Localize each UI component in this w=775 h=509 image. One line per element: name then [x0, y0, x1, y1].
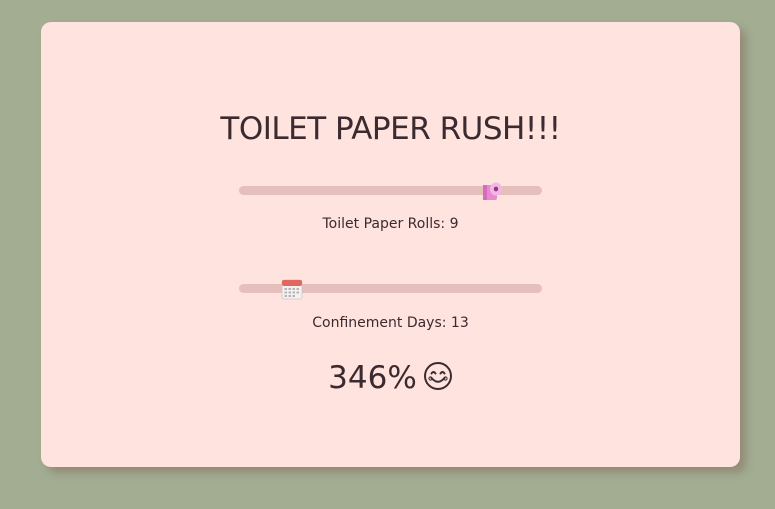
- rolls-label: Toilet Paper Rolls: 9: [41, 216, 740, 232]
- rolls-value: 9: [449, 216, 459, 232]
- rolls-label-prefix: Toilet Paper Rolls:: [322, 216, 450, 232]
- rolls-slider[interactable]: [239, 182, 542, 200]
- result-display: 346%: [41, 361, 740, 394]
- main-card: TOILET PAPER RUSH!!! Toilet Paper Rolls:…: [41, 22, 740, 467]
- calendar-icon[interactable]: [281, 278, 303, 300]
- days-label: Confinement Days: 13: [41, 315, 740, 331]
- days-label-prefix: Confinement Days:: [312, 315, 451, 331]
- toilet-paper-roll-icon[interactable]: [481, 180, 503, 202]
- days-slider[interactable]: [239, 279, 542, 300]
- smiling-face-icon: [423, 362, 452, 390]
- result-percentage: 346%: [328, 360, 417, 396]
- days-value: 13: [450, 315, 469, 331]
- page-title: TOILET PAPER RUSH!!!: [220, 111, 561, 147]
